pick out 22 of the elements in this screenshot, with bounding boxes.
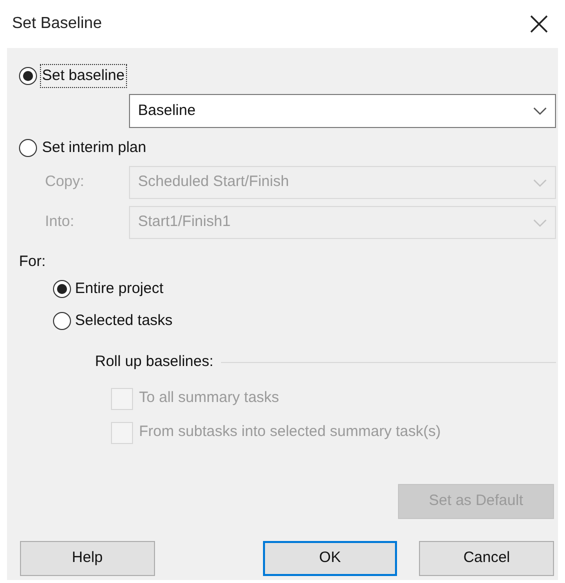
baseline-dropdown[interactable]: Baseline <box>129 94 556 128</box>
radio-button[interactable] <box>53 280 71 298</box>
chevron-down-icon <box>533 178 547 186</box>
section-label: For: <box>19 252 47 272</box>
window-title: Set Baseline <box>12 14 102 34</box>
radio-button[interactable] <box>19 139 37 157</box>
radio-label: Set interim plan <box>41 138 148 158</box>
chevron-down-icon <box>533 107 547 115</box>
dialog-button[interactable]: Help <box>20 540 155 576</box>
field-label: Into: <box>44 212 76 232</box>
dialog-button[interactable]: OK <box>262 540 398 576</box>
radio-button[interactable] <box>53 312 71 330</box>
field-label: Copy: <box>44 172 86 192</box>
chevron-down-icon <box>533 218 547 226</box>
radio-button[interactable] <box>19 67 37 85</box>
radio-label: Selected tasks <box>75 310 173 331</box>
checkbox-label: To all summary tasks <box>139 388 280 408</box>
radio-label: Set baseline <box>41 64 126 88</box>
group-label: Roll up baselines: <box>95 352 214 372</box>
dialog-button[interactable]: Cancel <box>419 540 554 576</box>
checkbox-label: From subtasks into selected summary task(s) <box>139 422 441 442</box>
radio-label: Entire project <box>75 278 164 299</box>
